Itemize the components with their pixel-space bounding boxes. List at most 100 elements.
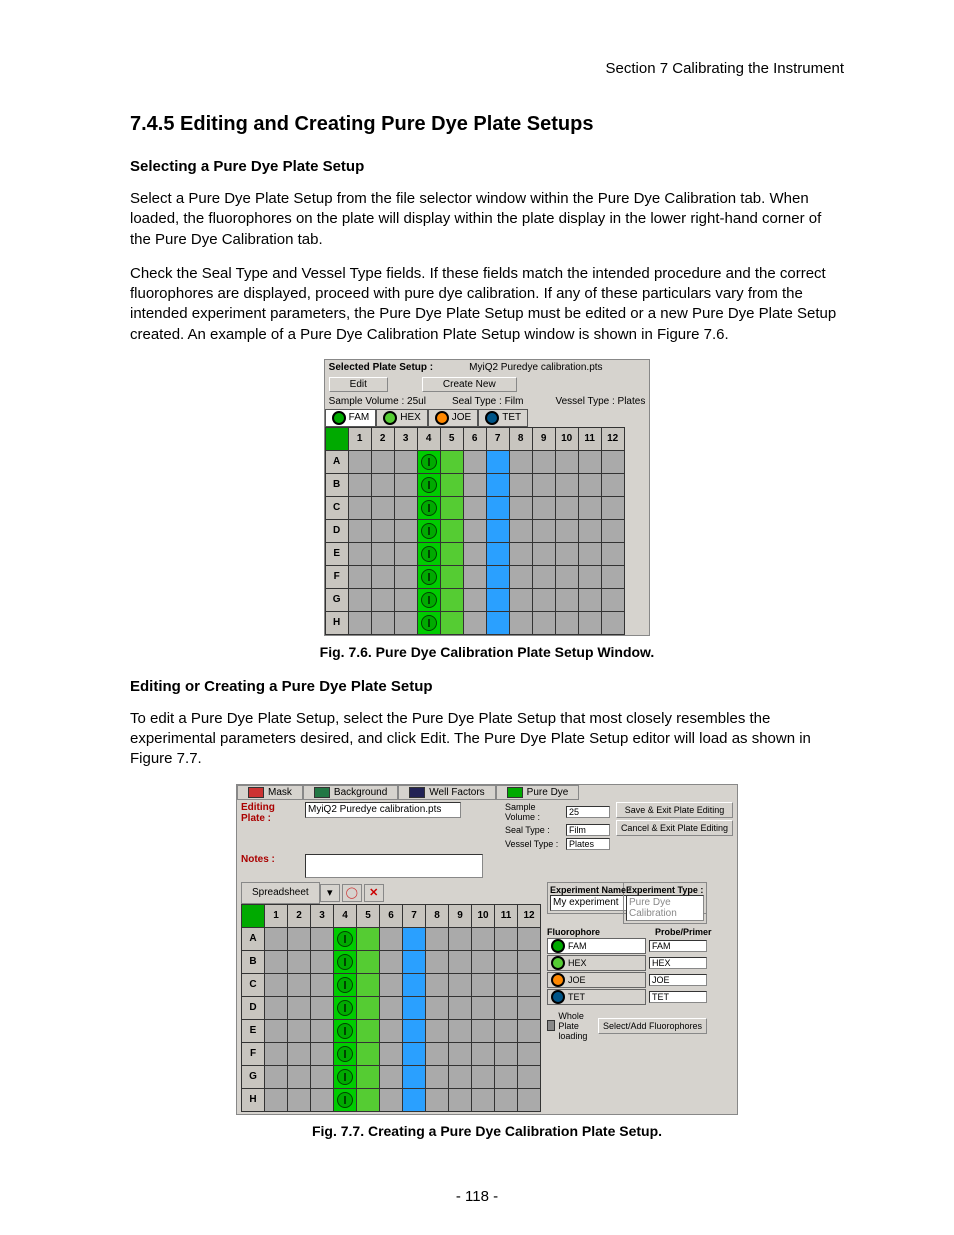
well[interactable] <box>449 950 472 973</box>
well[interactable] <box>348 565 371 588</box>
well[interactable] <box>555 450 578 473</box>
well[interactable] <box>449 973 472 996</box>
well[interactable] <box>265 973 288 996</box>
well[interactable] <box>357 927 380 950</box>
well[interactable] <box>532 496 555 519</box>
editor-tab-pure-dye[interactable]: Pure Dye <box>496 785 580 800</box>
well[interactable] <box>486 542 509 565</box>
well[interactable] <box>440 611 463 634</box>
well[interactable] <box>449 1042 472 1065</box>
well[interactable] <box>265 1042 288 1065</box>
well[interactable] <box>334 996 357 1019</box>
well[interactable] <box>440 496 463 519</box>
well[interactable] <box>463 450 486 473</box>
well[interactable] <box>417 450 440 473</box>
well[interactable] <box>495 1065 518 1088</box>
probe-primer-field[interactable]: HEX <box>649 957 707 969</box>
well[interactable] <box>555 519 578 542</box>
well[interactable] <box>371 542 394 565</box>
well[interactable] <box>578 496 601 519</box>
well[interactable] <box>472 950 495 973</box>
well[interactable] <box>509 450 532 473</box>
well[interactable] <box>532 473 555 496</box>
well[interactable] <box>403 927 426 950</box>
fluorophore-row-joe[interactable]: JOEJOE <box>547 972 707 988</box>
well[interactable] <box>348 588 371 611</box>
well[interactable] <box>334 950 357 973</box>
well[interactable] <box>403 950 426 973</box>
well[interactable] <box>417 588 440 611</box>
spreadsheet-tab[interactable]: Spreadsheet <box>241 882 320 904</box>
well[interactable] <box>394 611 417 634</box>
well[interactable] <box>440 542 463 565</box>
well[interactable] <box>601 565 624 588</box>
well[interactable] <box>463 473 486 496</box>
well[interactable] <box>288 1042 311 1065</box>
well[interactable] <box>348 519 371 542</box>
well[interactable] <box>394 565 417 588</box>
well[interactable] <box>357 996 380 1019</box>
well[interactable] <box>371 611 394 634</box>
well[interactable] <box>532 542 555 565</box>
well[interactable] <box>495 1042 518 1065</box>
well[interactable] <box>449 1065 472 1088</box>
well-tool-icon[interactable]: ◯ <box>342 884 362 902</box>
dye-tab-joe[interactable]: JOE <box>428 409 478 427</box>
well[interactable] <box>495 996 518 1019</box>
well[interactable] <box>518 950 541 973</box>
well[interactable] <box>509 496 532 519</box>
probe-primer-field[interactable]: TET <box>649 991 707 1003</box>
well[interactable] <box>403 1042 426 1065</box>
editor-tab-background[interactable]: Background <box>303 785 398 800</box>
well[interactable] <box>380 1065 403 1088</box>
well[interactable] <box>463 496 486 519</box>
well[interactable] <box>426 1088 449 1111</box>
well[interactable] <box>380 1019 403 1042</box>
well[interactable] <box>417 565 440 588</box>
well[interactable] <box>348 496 371 519</box>
fluorophore-row-hex[interactable]: HEXHEX <box>547 955 707 971</box>
well[interactable] <box>417 542 440 565</box>
well[interactable] <box>486 496 509 519</box>
well[interactable] <box>394 519 417 542</box>
well[interactable] <box>509 519 532 542</box>
well[interactable] <box>555 542 578 565</box>
well[interactable] <box>472 1042 495 1065</box>
well[interactable] <box>440 519 463 542</box>
well[interactable] <box>532 565 555 588</box>
well[interactable] <box>288 973 311 996</box>
dye-tab-tet[interactable]: TET <box>478 409 528 427</box>
well[interactable] <box>518 927 541 950</box>
well[interactable] <box>334 973 357 996</box>
well[interactable] <box>348 450 371 473</box>
well[interactable] <box>311 927 334 950</box>
well[interactable] <box>532 519 555 542</box>
well[interactable] <box>394 450 417 473</box>
well[interactable] <box>472 927 495 950</box>
well[interactable] <box>426 1019 449 1042</box>
well[interactable] <box>288 950 311 973</box>
well[interactable] <box>426 950 449 973</box>
well[interactable] <box>265 927 288 950</box>
well[interactable] <box>486 450 509 473</box>
well[interactable] <box>265 1065 288 1088</box>
well[interactable] <box>288 996 311 1019</box>
well[interactable] <box>311 1042 334 1065</box>
erase-tool-icon[interactable]: ✕ <box>364 884 384 902</box>
well[interactable] <box>426 1065 449 1088</box>
well[interactable] <box>371 473 394 496</box>
well[interactable] <box>394 473 417 496</box>
well[interactable] <box>394 588 417 611</box>
well[interactable] <box>311 1065 334 1088</box>
well[interactable] <box>449 927 472 950</box>
well[interactable] <box>486 611 509 634</box>
well[interactable] <box>311 950 334 973</box>
well[interactable] <box>394 542 417 565</box>
well[interactable] <box>348 542 371 565</box>
notes-field[interactable] <box>305 854 483 878</box>
well[interactable] <box>486 588 509 611</box>
well[interactable] <box>463 565 486 588</box>
well[interactable] <box>288 927 311 950</box>
well[interactable] <box>578 565 601 588</box>
well[interactable] <box>357 1065 380 1088</box>
